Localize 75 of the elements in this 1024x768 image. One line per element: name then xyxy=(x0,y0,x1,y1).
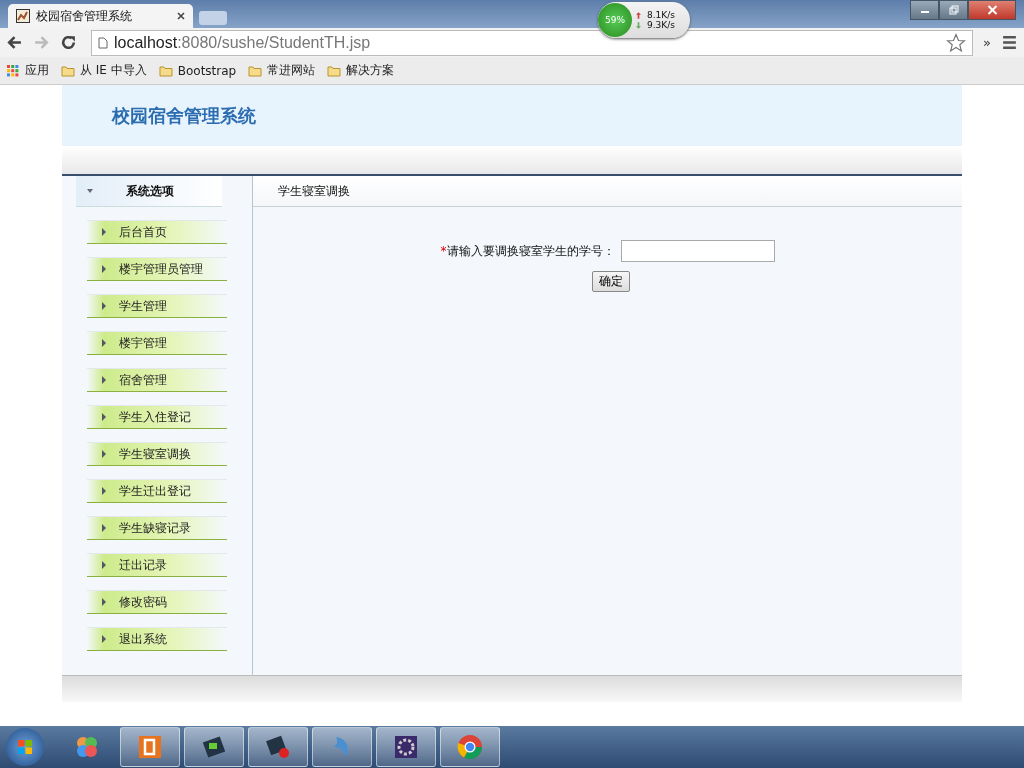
browser-icon xyxy=(456,733,484,761)
taskbar-app[interactable] xyxy=(312,727,372,767)
student-id-field[interactable] xyxy=(620,240,775,262)
sidebar-item[interactable]: 宿舍管理 xyxy=(87,368,227,392)
minimize-button[interactable] xyxy=(910,0,939,20)
triangle-icon xyxy=(101,450,107,458)
reload-icon[interactable] xyxy=(60,34,77,51)
tab-title: 校园宿舍管理系统 xyxy=(36,7,133,25)
menu-icon[interactable] xyxy=(1001,34,1018,51)
close-icon[interactable] xyxy=(177,12,185,20)
sidebar-item[interactable]: 退出系统 xyxy=(87,627,227,651)
cpu-gauge: 59% xyxy=(598,3,632,37)
triangle-icon xyxy=(101,598,107,606)
triangle-icon xyxy=(101,413,107,421)
favicon-icon xyxy=(16,9,30,23)
slides-icon xyxy=(136,733,164,761)
restore-icon xyxy=(948,5,959,15)
triangle-icon xyxy=(101,487,107,495)
page-icon xyxy=(98,36,108,49)
sidebar-item[interactable]: 学生管理 xyxy=(87,294,227,318)
restore-button[interactable] xyxy=(939,0,968,20)
triangle-icon xyxy=(101,376,107,384)
confirm-button[interactable]: 确定 xyxy=(591,271,630,292)
bookmark-item[interactable]: 常进网站 xyxy=(248,62,316,79)
down-arrow-icon xyxy=(636,21,641,29)
triangle-icon xyxy=(101,265,107,273)
triangle-icon xyxy=(101,635,107,643)
extensions-chevron[interactable]: » xyxy=(983,35,991,50)
taskbar-app[interactable] xyxy=(120,727,180,767)
bookmark-item[interactable]: Bootstrap xyxy=(158,63,237,78)
terminal-icon xyxy=(200,733,228,761)
close-button[interactable] xyxy=(968,0,1016,20)
download-rate: 9.3K/s xyxy=(647,20,675,30)
sidebar-item[interactable]: 楼宇管理员管理 xyxy=(87,257,227,281)
bookmark-item[interactable]: 应用 xyxy=(6,62,49,79)
address-bar[interactable]: localhost:8080/sushe/StudentTH.jsp xyxy=(91,29,974,56)
folder-icon xyxy=(327,64,342,77)
triangle-icon xyxy=(101,339,107,347)
upload-rate: 8.1K/s xyxy=(647,10,675,20)
taskbar-app[interactable] xyxy=(376,727,436,767)
triangle-icon xyxy=(101,302,107,310)
sidebar-header[interactable]: 系统选项 xyxy=(76,176,222,207)
site-title: 校园宿舍管理系统 xyxy=(112,103,256,128)
folder-icon xyxy=(61,64,75,77)
close-icon xyxy=(986,5,998,15)
sidebar-item[interactable]: 学生入住登记 xyxy=(87,405,227,429)
ide-icon xyxy=(392,733,420,761)
triangle-icon xyxy=(101,524,107,532)
windows-logo xyxy=(15,737,35,757)
taskbar-app[interactable] xyxy=(248,727,308,767)
bookmark-item[interactable]: 从 IE 中导入 xyxy=(61,62,147,79)
sidebar-item[interactable]: 迁出记录 xyxy=(87,553,227,577)
up-arrow-icon xyxy=(636,11,641,19)
folder-icon xyxy=(248,64,263,77)
browser-tab[interactable]: 校园宿舍管理系统 xyxy=(8,4,193,28)
triangle-icon xyxy=(101,561,107,569)
content-title: 学生寝室调换 xyxy=(278,182,350,200)
sidebar-item[interactable]: 学生寝室调换 xyxy=(87,442,227,466)
triangle-icon xyxy=(101,228,107,236)
sidebar-item[interactable]: 楼宇管理 xyxy=(87,331,227,355)
field-label: *请输入要调换寝室学生的学号： xyxy=(440,242,615,260)
back-icon[interactable] xyxy=(6,34,23,51)
sidebar-item[interactable]: 修改密码 xyxy=(87,590,227,614)
record-icon xyxy=(264,733,292,761)
sidebar-item[interactable]: 后台首页 xyxy=(87,220,227,244)
taskbar-app[interactable] xyxy=(184,727,244,767)
start-button[interactable] xyxy=(6,728,44,766)
folder-icon xyxy=(158,64,173,77)
star-icon[interactable] xyxy=(946,32,967,53)
bookmark-item[interactable]: 解决方案 xyxy=(327,62,395,79)
url-text: localhost:8080/sushe/StudentTH.jsp xyxy=(114,33,372,52)
sidebar-item[interactable]: 学生缺寝记录 xyxy=(87,516,227,540)
taskbar-app[interactable] xyxy=(440,727,500,767)
sidebar-item[interactable]: 学生迁出登记 xyxy=(87,479,227,503)
apps-grid-icon xyxy=(6,64,20,77)
